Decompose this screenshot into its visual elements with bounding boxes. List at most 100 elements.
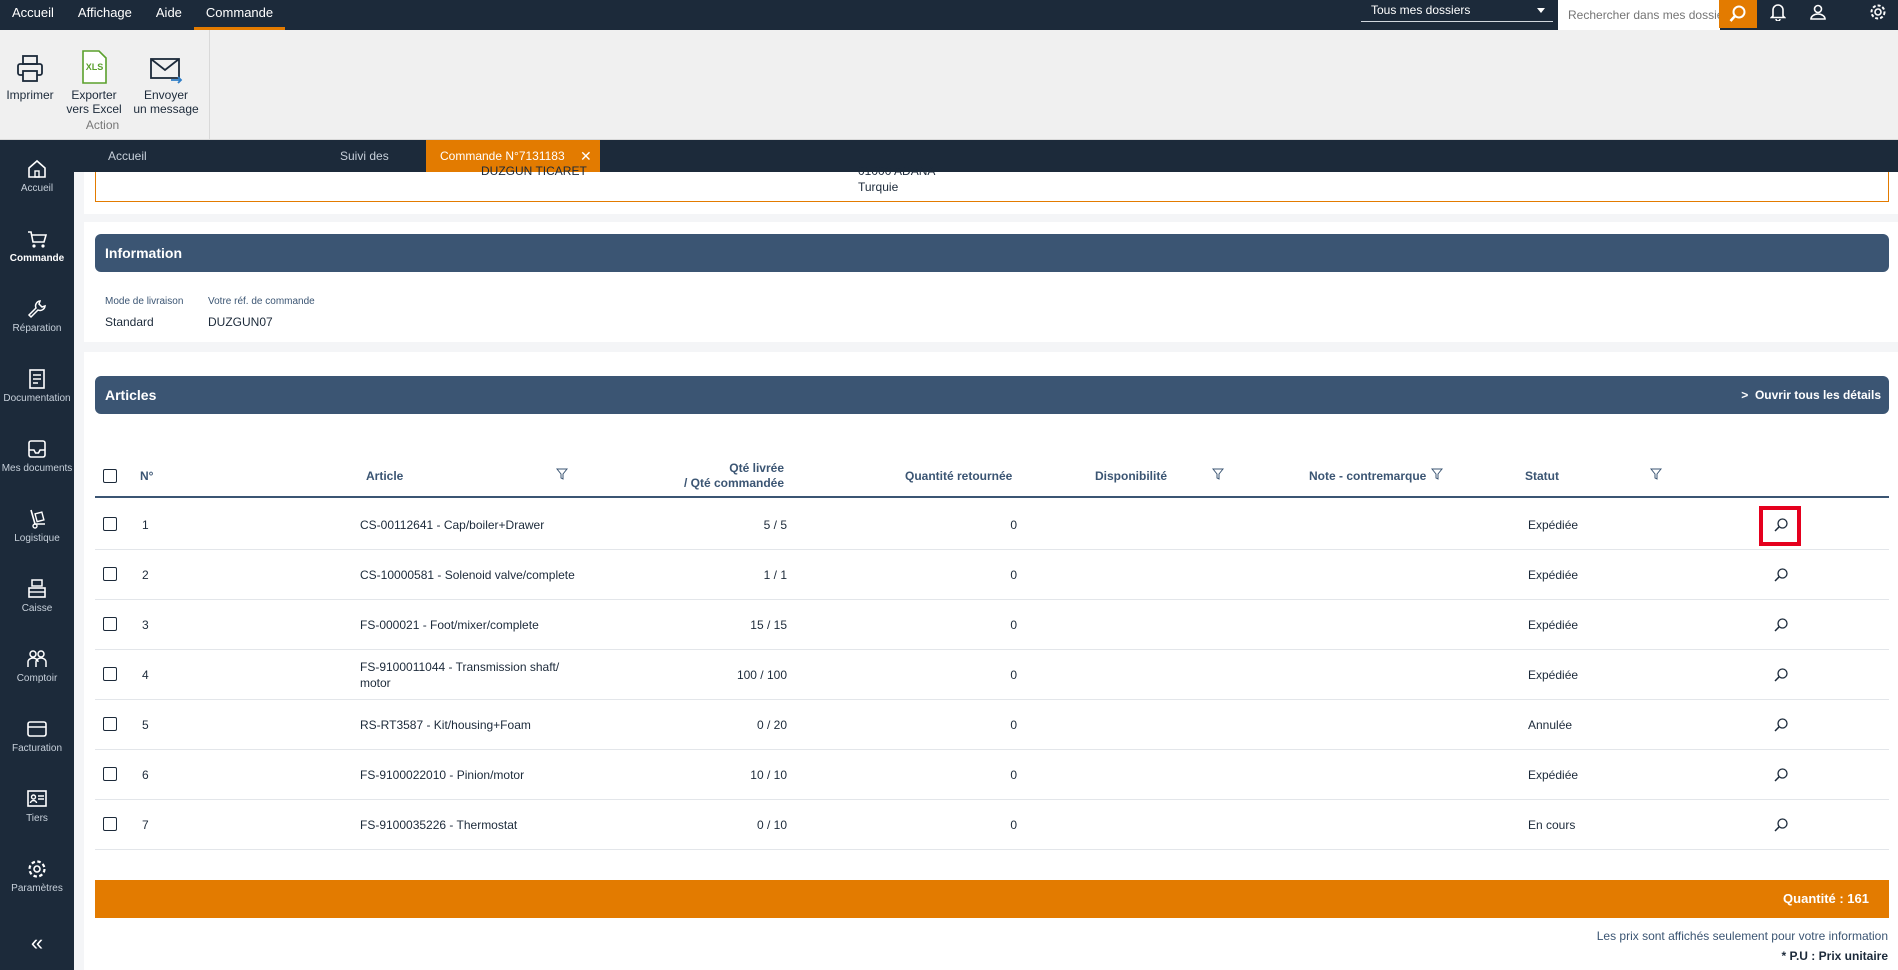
excel-icon: XLS xyxy=(82,50,107,84)
column-header-article: Article xyxy=(366,469,404,483)
sidebar-item-logistique[interactable]: Logistique xyxy=(0,506,74,544)
sidebar-item-caisse[interactable]: Caisse xyxy=(0,576,74,614)
magnifier-icon[interactable] xyxy=(1773,817,1789,833)
table-row[interactable]: 7 FS-9100035226 - Thermostat 0 / 10 0 En cou… xyxy=(95,800,1889,850)
sidebar-label: Facturation xyxy=(11,743,63,754)
print-button[interactable]: Imprimer xyxy=(4,46,56,102)
sidebar-collapse-button[interactable]: « xyxy=(0,930,74,956)
articles-header: Articles > Ouvrir tous les détails xyxy=(95,376,1889,414)
column-header-returned: Quantité retournée xyxy=(905,469,1013,483)
table-row[interactable]: 4 FS-9100011044 - Transmission shaft/moto… xyxy=(95,650,1889,700)
row-num: 5 xyxy=(142,718,149,732)
row-qty: 0 / 20 xyxy=(756,718,787,732)
select-all-checkbox[interactable] xyxy=(103,469,117,483)
row-qty: 100 / 100 xyxy=(736,668,787,682)
tab-label: Accueil xyxy=(108,149,147,163)
sidebar-label: Accueil xyxy=(20,183,54,194)
row-qty: 5 / 5 xyxy=(763,518,787,532)
row-returned: 0 xyxy=(1010,668,1017,682)
tab-accueil[interactable]: Accueil xyxy=(74,140,214,172)
delivery-mode-label: Mode de livraison xyxy=(105,296,184,307)
ribbon-group-action: Imprimer XLS Exporter vers Excel Envoyer… xyxy=(0,30,210,140)
sidebar-item-accueil[interactable]: Accueil xyxy=(0,156,74,194)
row-num: 2 xyxy=(142,568,149,582)
menu-affichage[interactable]: Affichage xyxy=(66,0,144,30)
user-icon[interactable] xyxy=(1803,0,1833,24)
menu-accueil[interactable]: Accueil xyxy=(0,0,66,30)
row-article: CS-00112641 - Cap/boiler+Drawer xyxy=(360,517,544,533)
sidebar-item-parametres[interactable]: Paramètres xyxy=(0,856,74,894)
row-article-line1: FS-9100022010 - Pinion/motor xyxy=(360,768,525,782)
row-checkbox[interactable] xyxy=(103,817,117,831)
articles-title: Articles xyxy=(105,387,157,403)
sidebar-item-facturation[interactable]: Facturation xyxy=(0,716,74,754)
row-checkbox[interactable] xyxy=(103,517,117,531)
magnifier-icon[interactable] xyxy=(1773,667,1789,683)
filter-icon[interactable] xyxy=(556,468,568,480)
order-ref-value: DUZGUN07 xyxy=(208,315,273,329)
table-row[interactable]: 2 CS-10000581 - Solenoid valve/complete 1 … xyxy=(95,550,1889,600)
sidebar-label: Comptoir xyxy=(16,673,58,684)
row-article: FS-000021 - Foot/mixer/complete xyxy=(360,617,539,633)
table-row[interactable]: 1 CS-00112641 - Cap/boiler+Drawer 5 / 5 0 Ex… xyxy=(95,500,1889,550)
row-checkbox[interactable] xyxy=(103,767,117,781)
table-row[interactable]: 5 RS-RT3587 - Kit/housing+Foam 0 / 20 0 Annu… xyxy=(95,700,1889,750)
dossier-select[interactable]: Tous mes dossiers xyxy=(1361,0,1553,22)
search-input[interactable] xyxy=(1558,0,1720,30)
sidebar-item-commande[interactable]: Commande xyxy=(0,226,74,264)
sidebar-item-comptoir[interactable]: Comptoir xyxy=(0,646,74,684)
bell-icon[interactable] xyxy=(1763,0,1793,24)
row-article: CS-10000581 - Solenoid valve/complete xyxy=(360,567,575,583)
export-label-1: Exporter xyxy=(71,88,117,102)
address-city: 01000 ADANA xyxy=(858,164,936,178)
row-returned: 0 xyxy=(1010,568,1017,582)
row-num: 3 xyxy=(142,618,149,632)
dossier-select-value: Tous mes dossiers xyxy=(1371,3,1471,17)
sidebar-label: Tiers xyxy=(26,813,48,824)
information-title: Information xyxy=(105,245,182,261)
filter-icon[interactable] xyxy=(1431,468,1443,480)
row-checkbox[interactable] xyxy=(103,567,117,581)
address-block: DUZGUN TICARET 01000 ADANA Turquie xyxy=(95,164,1889,202)
group-label-action: Action xyxy=(85,118,120,132)
menu-commande[interactable]: Commande xyxy=(193,0,286,30)
sidebar-item-mes-documents[interactable]: Mes documents xyxy=(0,436,74,474)
search-button[interactable] xyxy=(1719,0,1757,28)
open-all-details-link[interactable]: > Ouvrir tous les détails xyxy=(1741,376,1881,414)
row-article-line1: FS-9100011044 - Transmission shaft/ xyxy=(360,660,560,674)
table-row[interactable]: 6 FS-9100022010 - Pinion/motor 10 / 10 0 Exp… xyxy=(95,750,1889,800)
row-checkbox[interactable] xyxy=(103,717,117,731)
main-menu: Accueil Affichage Aide Commande xyxy=(0,0,286,30)
magnifier-icon[interactable] xyxy=(1773,567,1789,583)
tab-suivi-commandes[interactable]: Suivi des commandes ✕ xyxy=(231,140,567,195)
filter-icon[interactable] xyxy=(1650,468,1662,480)
information-header: Information xyxy=(95,234,1889,272)
gear-icon[interactable] xyxy=(1863,0,1893,24)
address-company: DUZGUN TICARET xyxy=(481,164,587,178)
sidebar-label: Caisse xyxy=(21,603,53,614)
row-checkbox[interactable] xyxy=(103,667,117,681)
row-article-line1: CS-00112641 - Cap/boiler+Drawer xyxy=(360,518,545,532)
row-article: RS-RT3587 - Kit/housing+Foam xyxy=(360,717,531,733)
id-card-icon xyxy=(27,790,47,807)
magnifier-icon[interactable] xyxy=(1773,717,1789,733)
export-excel-button[interactable]: XLS Exporter vers Excel xyxy=(66,46,122,116)
unit-price-note: * P.U : Prix unitaire xyxy=(1781,949,1888,963)
sidebar-item-reparation[interactable]: Réparation xyxy=(0,296,74,334)
tab-label: Commande N°7131183 xyxy=(440,149,565,163)
sidebar: Accueil Commande Réparation Documentatio… xyxy=(0,140,74,970)
filter-icon[interactable] xyxy=(1212,468,1224,480)
delivery-mode-value: Standard xyxy=(105,315,154,329)
menu-aide[interactable]: Aide xyxy=(144,0,194,30)
table-row[interactable]: 3 FS-000021 - Foot/mixer/complete 15 / 15 0… xyxy=(95,600,1889,650)
printer-icon xyxy=(17,55,43,82)
magnifier-icon[interactable] xyxy=(1773,617,1789,633)
sidebar-item-documentation[interactable]: Documentation xyxy=(0,366,74,404)
row-checkbox[interactable] xyxy=(103,617,117,631)
send-message-button[interactable]: Envoyer un message xyxy=(132,46,200,116)
cash-register-icon xyxy=(28,579,46,598)
sidebar-item-tiers[interactable]: Tiers xyxy=(0,786,74,824)
total-quantity-bar: Quantité : 161 xyxy=(95,880,1889,918)
magnifier-icon[interactable] xyxy=(1773,767,1789,783)
export-label-2: vers Excel xyxy=(66,102,122,116)
